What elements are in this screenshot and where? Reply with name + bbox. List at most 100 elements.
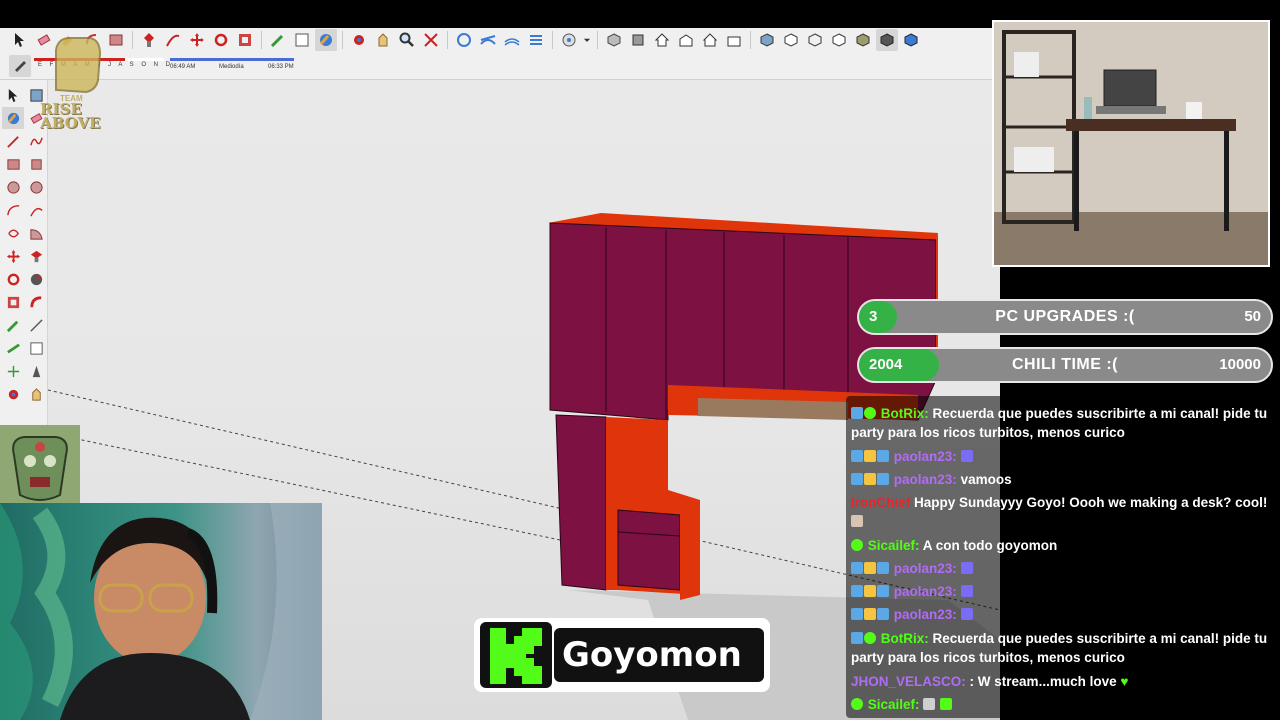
chat-message: paolan23: vamoos: [851, 470, 1275, 489]
top-view-button[interactable]: [627, 29, 649, 51]
goal-title: PC UPGRADES :(: [995, 308, 1135, 325]
zoom-tool-button[interactable]: [396, 29, 418, 51]
backedges-style-button[interactable]: [780, 29, 802, 51]
chat-username: paolan23:: [893, 584, 957, 599]
orbit-tool-button[interactable]: [348, 29, 370, 51]
xray-style-button[interactable]: [756, 29, 778, 51]
left-circle-button[interactable]: [2, 176, 24, 198]
toolbar-row-top: [8, 28, 923, 52]
left-pan-button[interactable]: [25, 383, 47, 405]
gift-badge-icon: [877, 562, 889, 574]
crown-badge-icon: [864, 450, 876, 462]
chat-message: BotRix: Recuerda que puedes suscribirte …: [851, 404, 1275, 442]
left-paint-button[interactable]: [2, 107, 24, 129]
rotate-icon: [214, 33, 228, 47]
left-freehand-button[interactable]: [25, 130, 47, 152]
left-axes-button[interactable]: [2, 360, 24, 382]
left-rectangle-button[interactable]: [2, 153, 24, 175]
chat-username: Sicailef:: [867, 538, 920, 553]
goal-bar-chili-time: 2004 CHILI TIME :( 10000: [857, 347, 1273, 383]
followme-icon: [30, 273, 42, 285]
text-icon: [295, 33, 309, 47]
shadow-toggle-button[interactable]: [9, 55, 31, 77]
left-pushpull-button[interactable]: [25, 245, 47, 267]
left-scale-button[interactable]: [2, 291, 24, 313]
sub-badge-icon: [851, 585, 863, 597]
left-text-button[interactable]: [25, 337, 47, 359]
left-dimension-button[interactable]: [25, 314, 47, 336]
left-3dtext-button[interactable]: [25, 360, 47, 382]
left-offset-button[interactable]: [25, 291, 47, 313]
tape-tool-button[interactable]: [267, 29, 289, 51]
paint-bucket-button[interactable]: [315, 29, 337, 51]
polygon-icon: [29, 180, 43, 194]
left-line-button[interactable]: [2, 130, 24, 152]
left-protractor-button[interactable]: [2, 337, 24, 359]
scale-tool-button[interactable]: [234, 29, 256, 51]
left-followme-button[interactable]: [25, 268, 47, 290]
chat-username: Sicailef:: [867, 697, 920, 712]
left-tape-button[interactable]: [2, 314, 24, 336]
left-orbit-button[interactable]: [2, 383, 24, 405]
wireframe-style-button[interactable]: [804, 29, 826, 51]
followme-tool-button[interactable]: [162, 29, 184, 51]
protractor-icon: [6, 343, 20, 353]
monochrome-style-button[interactable]: [900, 29, 922, 51]
avatar: [0, 425, 80, 505]
textured-style-button[interactable]: [876, 29, 898, 51]
rotate-icon: [7, 273, 19, 285]
paint-bucket-icon: [319, 34, 332, 46]
sandbox-button[interactable]: [477, 29, 499, 51]
left-move-button[interactable]: [2, 245, 24, 267]
drawer-front: [617, 509, 681, 591]
left-pie-button[interactable]: [25, 222, 47, 244]
iso-view-button[interactable]: [603, 29, 625, 51]
sub-badge-icon: [851, 473, 863, 485]
shaded-style-button[interactable]: [852, 29, 874, 51]
left-polygon-button[interactable]: [25, 176, 47, 198]
chat-username: paolan23:: [893, 472, 957, 487]
front-view-button[interactable]: [651, 29, 673, 51]
pan-tool-button[interactable]: [372, 29, 394, 51]
goal-title: CHILI TIME :(: [1011, 356, 1119, 373]
left-2pt-arc-button[interactable]: [25, 199, 47, 221]
back-view-button[interactable]: [699, 29, 721, 51]
left-arc-button[interactable]: [2, 199, 24, 221]
kick-logo-icon: [480, 622, 552, 688]
pushpull-icon: [30, 250, 42, 262]
select-icon: [8, 88, 17, 102]
left-rotate-button[interactable]: [2, 268, 24, 290]
move-tool-button[interactable]: [186, 29, 208, 51]
text-tool-button[interactable]: [291, 29, 313, 51]
axes-icon: [7, 365, 19, 377]
stamp-button[interactable]: [525, 29, 547, 51]
left-3pt-arc-button[interactable]: [2, 222, 24, 244]
select-tool-button[interactable]: [9, 29, 31, 51]
warehouse-button[interactable]: [558, 29, 580, 51]
left-view-button[interactable]: [723, 29, 745, 51]
zoom-extents-button[interactable]: [420, 29, 442, 51]
paint-icon: [7, 112, 19, 124]
rotate-tool-button[interactable]: [210, 29, 232, 51]
right-view-button[interactable]: [675, 29, 697, 51]
emote-icon: [851, 515, 863, 527]
left-rotated-rect-button[interactable]: [25, 153, 47, 175]
pushpull-tool-button[interactable]: [138, 29, 160, 51]
time-slider-bar[interactable]: [170, 58, 294, 61]
xray-icon: [760, 33, 774, 47]
left-select-button[interactable]: [2, 84, 24, 106]
move-icon: [190, 33, 204, 47]
terrain-button[interactable]: [501, 29, 523, 51]
arc-icon: [6, 204, 19, 215]
backedges-icon: [784, 33, 798, 47]
drawer-side: [680, 500, 700, 600]
chat-message: Sicailef:: [851, 695, 1275, 714]
emote-icon: [940, 698, 953, 710]
iso-view-icon: [607, 33, 621, 47]
section-plane-button[interactable]: [453, 29, 475, 51]
tape-icon: [270, 34, 284, 48]
warehouse-dropdown[interactable]: [582, 29, 592, 51]
gift-badge-icon: [877, 473, 889, 485]
scale-icon: [7, 296, 19, 308]
hidden-line-style-button[interactable]: [828, 29, 850, 51]
